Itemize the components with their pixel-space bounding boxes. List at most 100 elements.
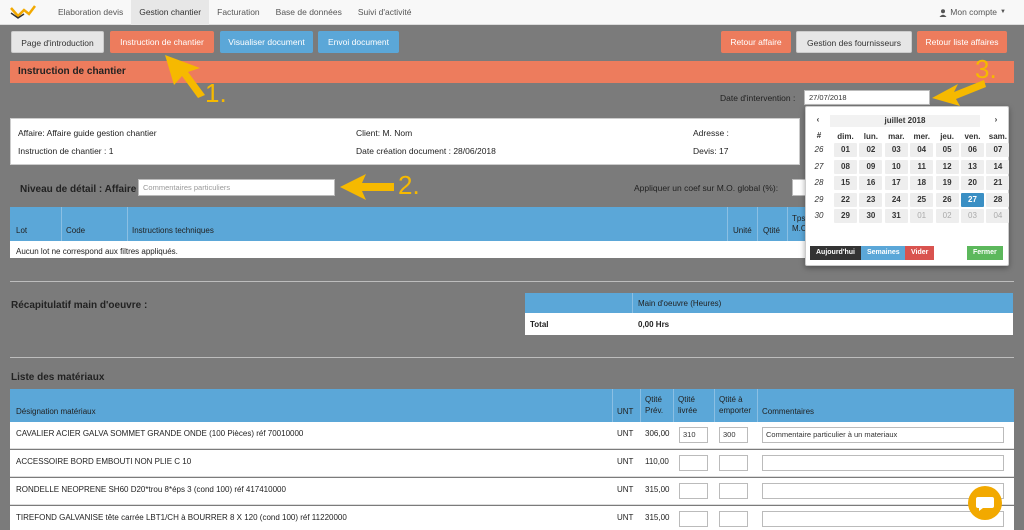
instruction-number: Instruction de chantier : 1: [18, 146, 114, 156]
row-prev: 110,00: [645, 457, 669, 466]
row-prev: 315,00: [645, 485, 670, 494]
col-emporter-line1: Qtité à: [719, 395, 743, 404]
adresse-info: Adresse :: [693, 128, 729, 138]
qte-emporter-input[interactable]: 300: [719, 427, 748, 443]
qte-emporter-input[interactable]: [719, 511, 748, 527]
date-intervention-label: Date d'intervention :: [720, 93, 796, 103]
col-instructions: Instructions techniques: [132, 226, 214, 235]
calendar-day[interactable]: 13: [961, 159, 984, 174]
qte-livree-input[interactable]: [679, 511, 708, 527]
envoi-document-button[interactable]: Envoi document: [318, 31, 399, 53]
tab-elaboration-devis[interactable]: Elaboration devis: [50, 0, 131, 25]
row-prev: 306,00: [645, 429, 670, 438]
calendar-day[interactable]: 28: [986, 192, 1010, 207]
calendar-day[interactable]: 26: [935, 192, 959, 207]
calendar-day[interactable]: 14: [986, 159, 1010, 174]
col-designation: Désignation matériaux: [16, 407, 96, 416]
calendar-day[interactable]: 31: [884, 209, 908, 223]
commentaire-input[interactable]: Commentaire particulier à un materiaux: [762, 427, 1004, 443]
prev-month-icon[interactable]: ‹: [812, 115, 824, 124]
calendar-day[interactable]: 16: [859, 176, 883, 190]
today-button[interactable]: Aujourd'hui: [810, 246, 861, 260]
visualiser-document-button[interactable]: Visualiser document: [220, 31, 313, 53]
calendar-day[interactable]: 09: [859, 159, 883, 174]
calendar-day[interactable]: 27: [961, 192, 984, 207]
calendar-day[interactable]: 01: [834, 143, 857, 157]
calendar-day[interactable]: 02: [859, 143, 883, 157]
close-button[interactable]: Fermer: [967, 246, 1003, 260]
clear-button[interactable]: Vider: [905, 246, 935, 260]
calendar-day[interactable]: 04: [910, 143, 934, 157]
calendar-day[interactable]: 01: [910, 209, 934, 223]
calendar-day[interactable]: 29: [834, 209, 857, 223]
weekday-header: ven.: [964, 132, 981, 141]
account-menu[interactable]: Mon compte ▼: [939, 0, 1006, 25]
month-year-label[interactable]: juillet 2018: [830, 115, 980, 127]
intro-page-button[interactable]: Page d'introduction: [11, 31, 104, 53]
calendar-day[interactable]: 02: [935, 209, 959, 223]
col-commentaires: Commentaires: [762, 407, 815, 416]
tab-gestion-chantier[interactable]: Gestion chantier: [131, 0, 210, 25]
calendar-day[interactable]: 05: [935, 143, 959, 157]
date-intervention-input[interactable]: 27/07/2018: [804, 90, 930, 105]
calendar-day[interactable]: 08: [834, 159, 857, 174]
calendar-day[interactable]: 10: [884, 159, 908, 174]
coef-mo-input[interactable]: [792, 179, 806, 196]
calendar-day[interactable]: 11: [910, 159, 934, 174]
gestion-fournisseurs-button[interactable]: Gestion des fournisseurs: [796, 31, 912, 53]
retour-affaire-button[interactable]: Retour affaire: [721, 31, 791, 53]
qte-emporter-input[interactable]: [719, 455, 748, 471]
weekday-header: sam.: [988, 132, 1007, 141]
calendar-day[interactable]: 06: [961, 143, 984, 157]
week-number-header: #: [816, 131, 822, 140]
week-number: 28: [814, 178, 824, 187]
qte-livree-input[interactable]: [679, 483, 708, 499]
commentaires-input[interactable]: Commentaires particuliers: [138, 179, 335, 196]
calendar-day[interactable]: 03: [961, 209, 984, 223]
calendar-day[interactable]: 21: [986, 176, 1010, 190]
calendar-day[interactable]: 15: [834, 176, 857, 190]
calendar-day[interactable]: 03: [884, 143, 908, 157]
calendar-day[interactable]: 30: [859, 209, 883, 223]
chat-widget-button[interactable]: [968, 486, 1002, 520]
calendar-day[interactable]: 19: [935, 176, 959, 190]
col-prev-line1: Qtité: [645, 395, 662, 404]
calendar-day[interactable]: 25: [910, 192, 934, 207]
main-tabs: Elaboration devis Gestion chantier Factu…: [50, 0, 419, 25]
app-logo-icon[interactable]: [9, 4, 37, 20]
calendar-day[interactable]: 20: [961, 176, 984, 190]
qte-emporter-input[interactable]: [719, 483, 748, 499]
tab-suivi-activite[interactable]: Suivi d'activité: [350, 0, 420, 25]
col-divider: [787, 207, 788, 241]
tab-base-de-donnees[interactable]: Base de données: [268, 0, 350, 25]
date-creation-info: Date création document : 28/06/2018: [356, 146, 496, 156]
col-divider: [127, 207, 128, 241]
recap-mo-title: Récapitulatif main d'oeuvre :: [11, 300, 148, 311]
commentaire-input[interactable]: [762, 455, 1004, 471]
next-month-icon[interactable]: ›: [990, 115, 1002, 124]
row-prev: 315,00: [645, 513, 670, 522]
qte-livree-input[interactable]: 310: [679, 427, 708, 443]
top-navbar: Elaboration devis Gestion chantier Factu…: [0, 0, 1024, 25]
week-number: 29: [814, 194, 824, 204]
row-designation: RONDELLE NEOPRENE SH60 D20*trou 8*éps 3 …: [16, 485, 286, 494]
calendar-day[interactable]: 24: [884, 192, 908, 207]
devis-info: Devis: 17: [693, 146, 729, 156]
row-designation: ACCESSOIRE BORD EMBOUTI NON PLIE C 10: [16, 457, 192, 466]
calendar-day[interactable]: 23: [859, 192, 883, 207]
calendar-day[interactable]: 18: [910, 176, 934, 190]
tab-facturation[interactable]: Facturation: [209, 0, 268, 25]
qte-livree-input[interactable]: [679, 455, 708, 471]
calendar-day[interactable]: 04: [986, 209, 1010, 223]
mo-header-label: Main d'oeuvre (Heures): [638, 299, 722, 308]
annotation-label-2: 2.: [398, 170, 420, 200]
weeks-button[interactable]: Semaines: [861, 246, 906, 260]
calendar-day[interactable]: 17: [884, 176, 908, 190]
calendar-day[interactable]: 12: [935, 159, 959, 174]
calendar-day[interactable]: 07: [986, 143, 1010, 157]
row-designation: TIREFOND GALVANISE tête carrée LBT1/CH à…: [16, 513, 347, 522]
materiaux-title: Liste des matériaux: [11, 372, 105, 383]
col-prev-line2: Prév.: [645, 406, 664, 415]
calendar-day[interactable]: 22: [834, 192, 857, 207]
retour-liste-affaires-button[interactable]: Retour liste affaires: [917, 31, 1007, 53]
